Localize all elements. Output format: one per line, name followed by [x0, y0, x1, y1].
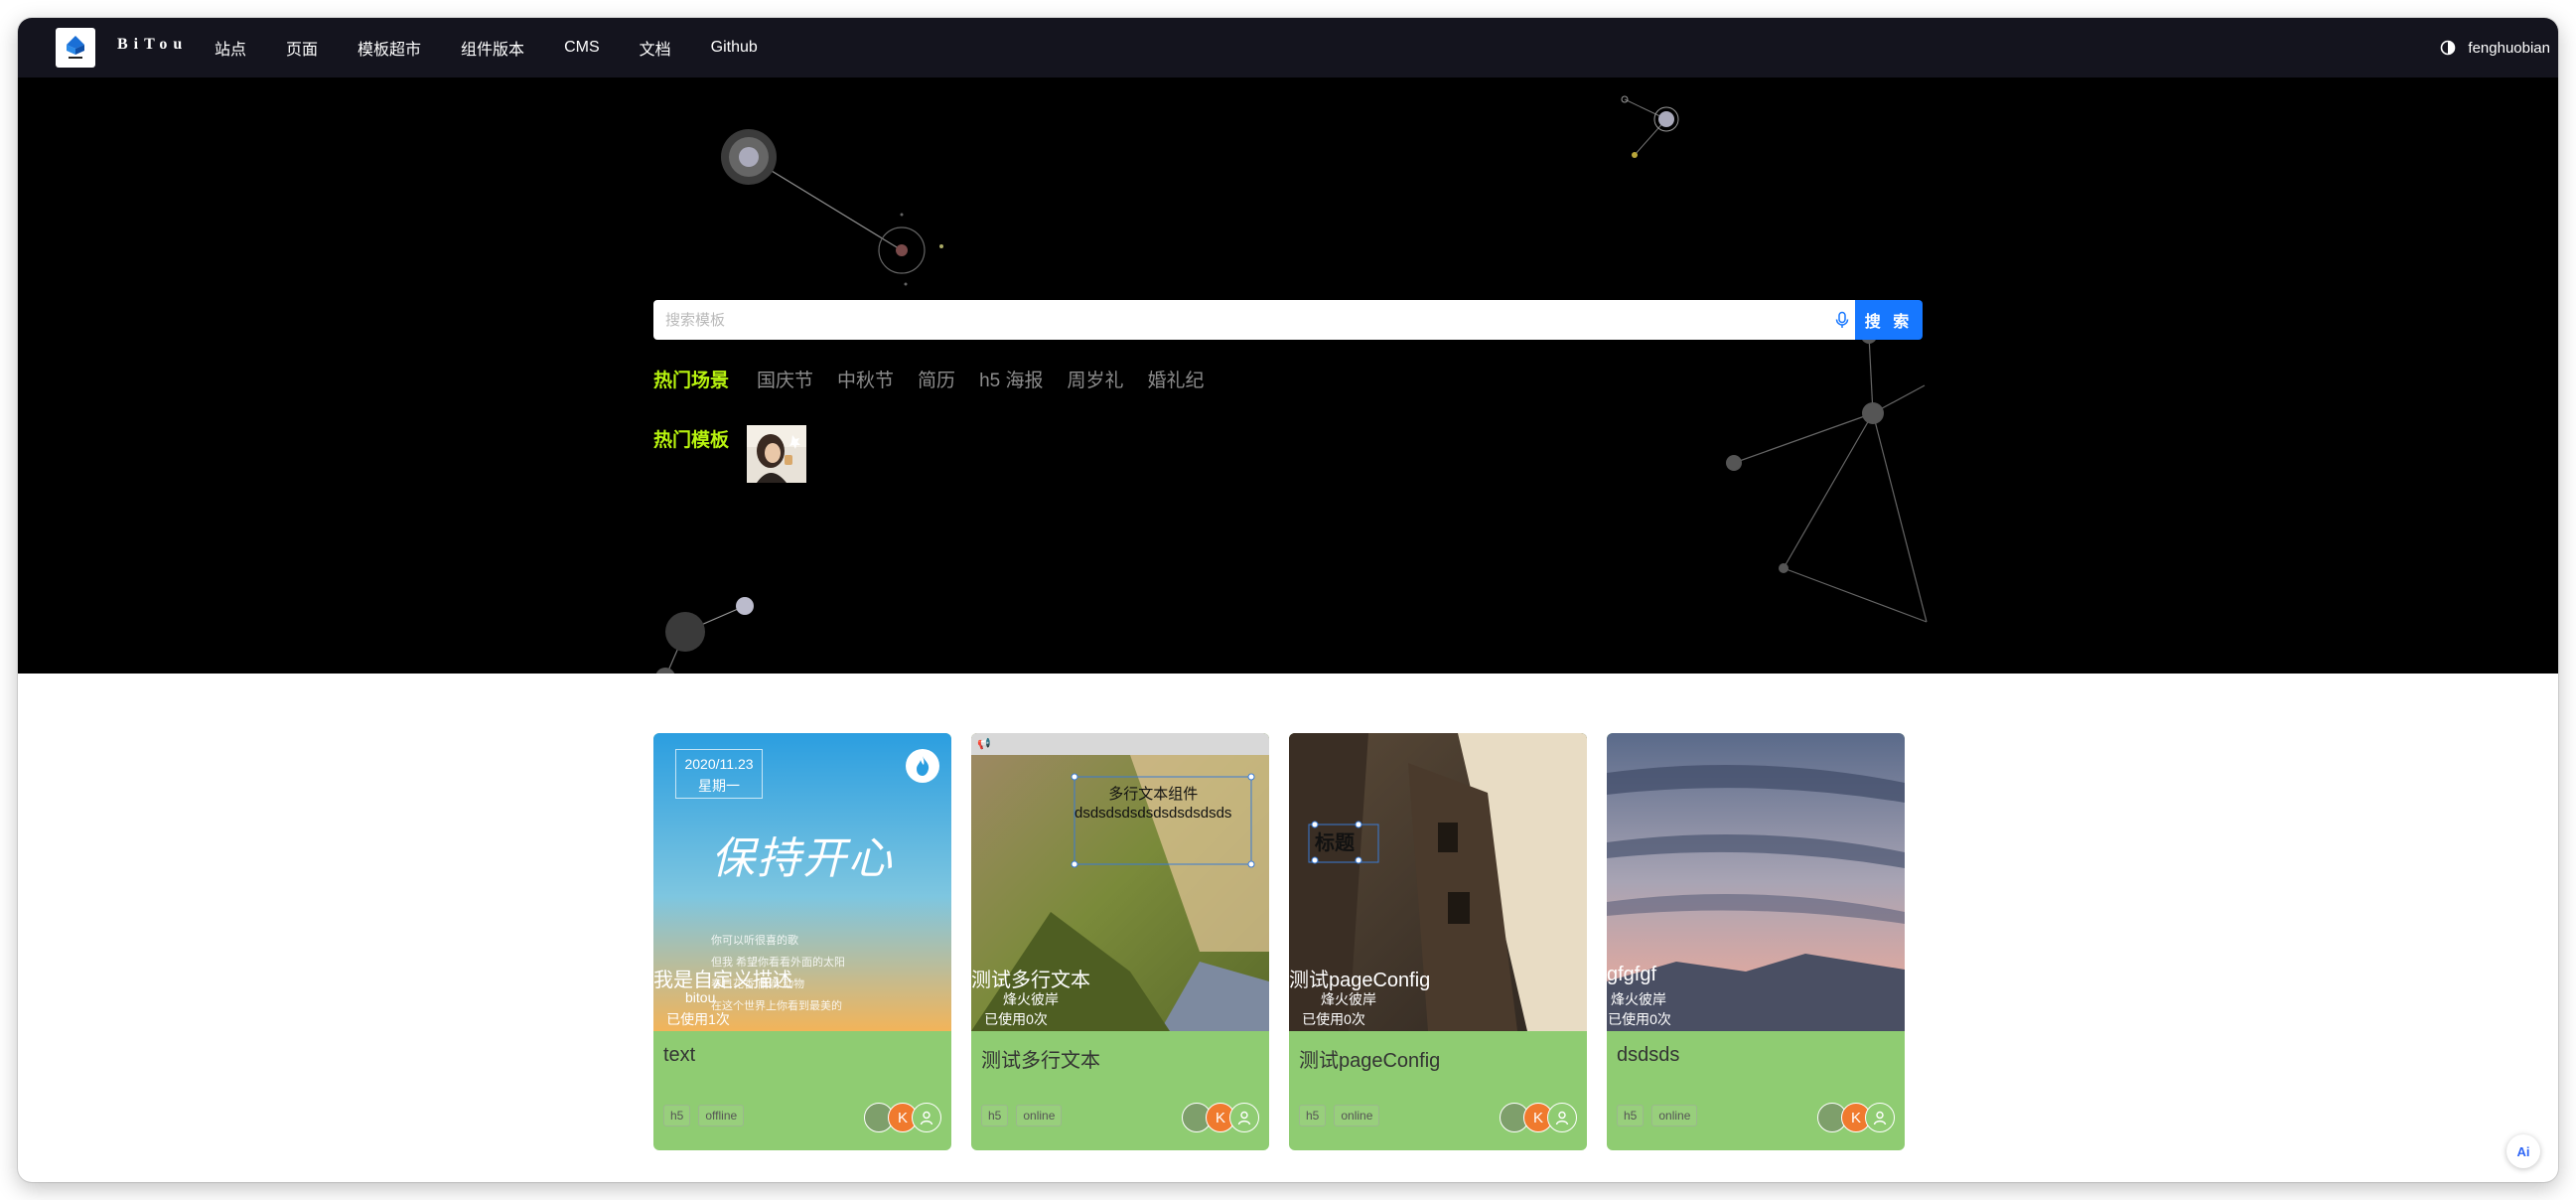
nav-link-cms[interactable]: CMS — [564, 39, 600, 57]
card-overlay-desc: gfgfgf — [1607, 964, 1657, 985]
card-tags: h5 offline — [663, 1105, 752, 1126]
card-overlay-author: 烽火彼岸 — [1611, 991, 1666, 1007]
card-tag: online — [1651, 1105, 1698, 1126]
app-window: BiTou 站点 页面 模板超市 组件版本 CMS 文档 Github feng… — [18, 18, 2558, 1182]
card-tag: h5 — [663, 1105, 691, 1126]
cover-title-component: 标题 — [1315, 832, 1355, 854]
template-card[interactable]: 📢 多行文本组件 dsdsdsdsdsdsdsdsdsds 测试多行文本 烽火彼… — [971, 733, 1269, 1150]
card-overlay-used: 已使用0次 — [1608, 1011, 1671, 1027]
card-overlay-used: 已使用0次 — [1302, 1011, 1365, 1027]
card-title: 测试多行文本 — [981, 1050, 1100, 1072]
scene-tag-wedding[interactable]: 婚礼纪 — [1148, 366, 1205, 392]
nav-link-component-versions[interactable]: 组件版本 — [461, 36, 524, 60]
logo[interactable] — [56, 28, 95, 68]
card-tag: h5 — [981, 1105, 1009, 1126]
card-overlay-author: bitou — [685, 989, 716, 1005]
card-tag: h5 — [1299, 1105, 1327, 1126]
user-icon — [1547, 1103, 1577, 1132]
cover-line: 你可以听很喜的歌 — [711, 935, 798, 947]
nav-link-docs[interactable]: 文档 — [640, 36, 671, 60]
nav-right: fenghuobian — [2440, 18, 2550, 77]
scene-tag-resume[interactable]: 简历 — [918, 366, 955, 392]
user-icon — [1229, 1103, 1259, 1132]
hero-banner: 搜 索 热门场景 国庆节 中秋节 简历 h5 海报 周岁礼 婚礼纪 热门模板 — [18, 77, 2558, 674]
theme-toggle-icon[interactable] — [2440, 40, 2456, 56]
cover-image — [1607, 733, 1905, 1031]
card-avatars: K — [1500, 1103, 1577, 1132]
cover-date-box: 2020/11.23 星期一 — [675, 749, 763, 799]
search-button[interactable]: 搜 索 — [1855, 300, 1923, 340]
card-title: 测试pageConfig — [1299, 1050, 1441, 1072]
template-card[interactable]: gfgfgf 烽火彼岸 已使用0次 dsdsds h5 online K — [1607, 733, 1905, 1150]
template-card[interactable]: 2020/11.23 星期一 保持开心 你可以听很喜的歌 但我 希望你看看外面的… — [653, 733, 951, 1150]
username[interactable]: fenghuobian — [2468, 40, 2550, 57]
scene-tag-mid-autumn[interactable]: 中秋节 — [837, 366, 894, 392]
nav-link-pages[interactable]: 页面 — [286, 36, 318, 60]
search-input[interactable] — [653, 300, 1855, 340]
card-overlay-desc: 我是自定义描述 — [653, 970, 792, 991]
card-overlay-desc: 测试多行文本 — [971, 970, 1090, 991]
hot-scenes-label: 热门场景 — [653, 371, 730, 391]
card-title: text — [663, 1044, 696, 1066]
card-tag: online — [1016, 1105, 1063, 1126]
nav-link-template-market[interactable]: 模板超市 — [358, 36, 421, 60]
nav-link-github[interactable]: Github — [711, 39, 758, 57]
nav-link-sites[interactable]: 站点 — [215, 36, 246, 60]
card-title: dsdsds — [1617, 1044, 1680, 1066]
user-icon — [1865, 1103, 1895, 1132]
card-avatars: K — [864, 1103, 941, 1132]
card-cover: 标题 测试pageConfig 烽火彼岸 已使用0次 — [1289, 733, 1587, 1031]
microphone-icon[interactable] — [1833, 311, 1851, 329]
card-cover: 2020/11.23 星期一 保持开心 你可以听很喜的歌 但我 希望你看看外面的… — [653, 733, 951, 1031]
hot-scenes: 热门场景 国庆节 中秋节 简历 h5 海报 周岁礼 婚礼纪 — [653, 366, 1228, 392]
card-overlay-author: 烽火彼岸 — [1003, 991, 1059, 1007]
card-tag: offline — [698, 1105, 745, 1126]
cover-weekday: 星期一 — [698, 778, 740, 794]
svg-text:📢: 📢 — [977, 737, 991, 750]
card-avatars: K — [1817, 1103, 1895, 1132]
template-card[interactable]: 标题 测试pageConfig 烽火彼岸 已使用0次 测试pageConfig … — [1289, 733, 1587, 1150]
cover-big-title: 保持开心 — [711, 833, 894, 884]
search-bar: 搜 索 — [653, 300, 1923, 340]
particle-background — [655, 95, 1928, 674]
hot-template-thumbnail[interactable] — [747, 425, 807, 483]
top-nav: BiTou 站点 页面 模板超市 组件版本 CMS 文档 Github feng… — [18, 18, 2558, 77]
template-card-list: 2020/11.23 星期一 保持开心 你可以听很喜的歌 但我 希望你看看外面的… — [653, 733, 1905, 1150]
card-tags: h5 online — [981, 1105, 1070, 1126]
cover-date: 2020/11.23 — [684, 756, 754, 772]
card-avatars: K — [1182, 1103, 1259, 1132]
card-overlay-used: 已使用1次 — [666, 1011, 730, 1027]
logo-icon — [67, 36, 84, 59]
cover-multi-text: 多行文本组件 dsdsdsdsdsdsdsdsdsds — [1074, 785, 1231, 823]
card-cover: 📢 多行文本组件 dsdsdsdsdsdsdsdsdsds 测试多行文本 烽火彼… — [971, 733, 1269, 1031]
scene-tag-birthday[interactable]: 周岁礼 — [1067, 366, 1123, 392]
card-tags: h5 online — [1617, 1105, 1705, 1126]
fire-icon — [906, 749, 939, 783]
card-cover: gfgfgf 烽火彼岸 已使用0次 — [1607, 733, 1905, 1031]
card-overlay-desc: 测试pageConfig — [1289, 970, 1431, 991]
cover-multi-text-line: dsdsdsdsdsdsdsdsdsds — [1074, 805, 1232, 822]
cover-multi-text-line: 多行文本组件 — [1108, 786, 1199, 803]
card-tag: h5 — [1617, 1105, 1645, 1126]
card-tag: online — [1334, 1105, 1380, 1126]
brand-name[interactable]: BiTou — [117, 36, 188, 54]
ai-assistant-button[interactable]: Ai — [2506, 1134, 2540, 1168]
hot-templates-label: 热门模板 — [653, 430, 730, 451]
card-overlay-used: 已使用0次 — [984, 1011, 1048, 1027]
scene-tag-h5-poster[interactable]: h5 海报 — [979, 366, 1043, 392]
user-icon — [912, 1103, 941, 1132]
nav-links: 站点 页面 模板超市 组件版本 CMS 文档 Github — [215, 18, 797, 77]
scene-tag-national-day[interactable]: 国庆节 — [757, 366, 813, 392]
hot-templates: 热门模板 — [653, 425, 807, 483]
card-tags: h5 online — [1299, 1105, 1387, 1126]
card-overlay-author: 烽火彼岸 — [1321, 991, 1376, 1007]
